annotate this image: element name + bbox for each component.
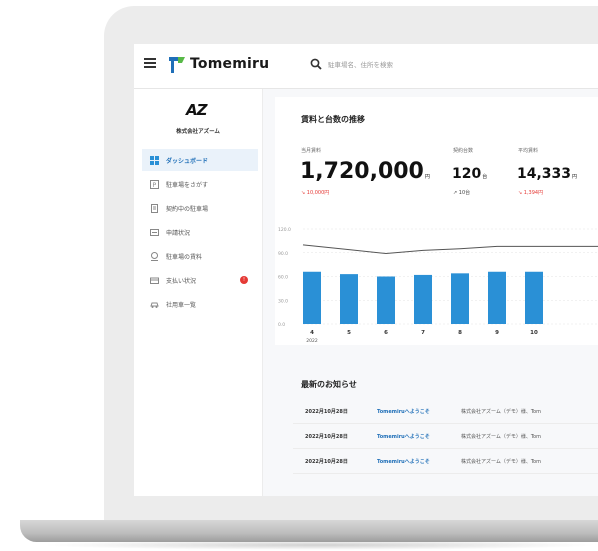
chart-bar xyxy=(525,271,543,324)
news-date: 2022月10月28日 xyxy=(305,433,348,440)
sidebar-item-label: 申請状況 xyxy=(166,229,191,237)
main-content: 賃料と台数の推移 当月賃料 1,720,000円 ↘ 10,000円 契約台数 … xyxy=(263,89,598,496)
news-link[interactable]: Tomemiruへようこそ xyxy=(377,433,461,440)
sidebar-item-applications[interactable]: 申請状況 xyxy=(142,221,258,243)
news-row[interactable]: 2022月10月28日 Tomemiruへようこそ 株式会社アズーム（デモ）様、… xyxy=(293,449,598,474)
chart-bar xyxy=(303,271,321,324)
sidebar-item-rent[interactable]: 駐車場の賃料 xyxy=(142,245,258,267)
y-tick-label: 30.0 xyxy=(278,298,288,304)
x-year-label: 2022 xyxy=(306,338,318,344)
sidebar-item-label: 駐車場をさがす xyxy=(166,181,209,189)
x-tick-label: 7 xyxy=(421,330,425,336)
sidebar-item-label: 契約中の駐車場 xyxy=(166,205,209,213)
chart-bar xyxy=(340,274,358,324)
tomemiru-logo-icon xyxy=(169,57,185,73)
news-date: 2022月10月28日 xyxy=(305,408,348,415)
sidebar: AZ 株式会社アズーム ダッシュボード P 駐車場をさがす 契約中の駐車場 申請… xyxy=(134,89,263,496)
news-row[interactable]: 2022月10月28日 Tomemiruへようこそ 株式会社アズーム（デモ）様、… xyxy=(293,399,598,424)
application-icon xyxy=(150,228,159,236)
app-screen: Tomemiru AZ 株式会社アズーム ダッシュボード P 駐車場をさがす xyxy=(134,44,598,496)
news-text: 株式会社アズーム（デモ）様、Tom xyxy=(461,433,541,440)
chart-line xyxy=(302,244,598,255)
company-name: 株式会社アズーム xyxy=(176,129,220,135)
car-icon xyxy=(150,302,159,308)
news-text: 株式会社アズーム（デモ）様、Tom xyxy=(461,458,541,465)
x-tick-label: 4 xyxy=(310,330,314,336)
sidebar-item-label: 駐車場の賃料 xyxy=(166,253,203,261)
x-tick-label: 10 xyxy=(530,330,538,336)
sidebar-nav: ダッシュボード P 駐車場をさがす 契約中の駐車場 申請状況 駐車場の賃料 支払… xyxy=(142,149,258,317)
search-parking-icon: P xyxy=(150,179,159,189)
svg-text:P: P xyxy=(153,182,157,189)
rent-icon xyxy=(151,251,158,261)
chart-bar xyxy=(414,274,432,324)
top-bar: Tomemiru xyxy=(134,44,598,89)
laptop-base xyxy=(20,520,598,542)
payment-icon xyxy=(150,277,159,284)
y-tick-label: 0.0 xyxy=(278,322,285,328)
alert-badge: ! xyxy=(240,276,248,284)
app-name: Tomemiru xyxy=(190,56,270,72)
news-row[interactable]: 2022月10月28日 Tomemiruへようこそ 株式会社アズーム（デモ）様、… xyxy=(293,424,598,449)
search-icon xyxy=(310,58,322,70)
trend-chart: 0.0 30.0 60.0 90.0 120.0 4 5 6 7 8 9 10 2022 xyxy=(278,227,598,344)
sidebar-item-search-parking[interactable]: P 駐車場をさがす xyxy=(142,173,258,195)
x-tick-label: 6 xyxy=(384,330,388,336)
sidebar-item-payments[interactable]: 支払い状況 ! xyxy=(142,269,258,291)
search-input[interactable] xyxy=(326,54,590,76)
y-tick-label: 120.0 xyxy=(278,227,291,233)
x-tick-label: 5 xyxy=(347,330,351,336)
dashboard-icon xyxy=(150,155,159,165)
sidebar-item-label: 社用車一覧 xyxy=(166,301,197,309)
news-link[interactable]: Tomemiruへようこそ xyxy=(377,458,461,465)
contract-icon xyxy=(151,203,158,213)
x-tick-label: 8 xyxy=(458,330,462,336)
news-text: 株式会社アズーム（デモ）様、Tom xyxy=(461,408,541,415)
chart-bar xyxy=(451,273,469,324)
sidebar-item-label: ダッシュボード xyxy=(166,157,209,165)
y-tick-label: 60.0 xyxy=(278,275,288,281)
sidebar-item-label: 支払い状況 xyxy=(166,277,197,285)
sidebar-item-company-cars[interactable]: 社用車一覧 xyxy=(142,293,258,315)
company-logo: AZ xyxy=(186,101,207,119)
news-date: 2022月10月28日 xyxy=(305,458,348,465)
news-link[interactable]: Tomemiruへようこそ xyxy=(377,408,461,415)
sidebar-item-contracts[interactable]: 契約中の駐車場 xyxy=(142,197,258,219)
sidebar-item-dashboard[interactable]: ダッシュボード xyxy=(142,149,258,171)
news-title: 最新のお知らせ xyxy=(301,380,357,389)
x-tick-label: 9 xyxy=(495,330,499,336)
hamburger-menu-icon[interactable] xyxy=(144,58,156,68)
chart-bar xyxy=(377,276,395,324)
y-tick-label: 90.0 xyxy=(278,251,288,257)
chart-bar xyxy=(488,271,506,324)
